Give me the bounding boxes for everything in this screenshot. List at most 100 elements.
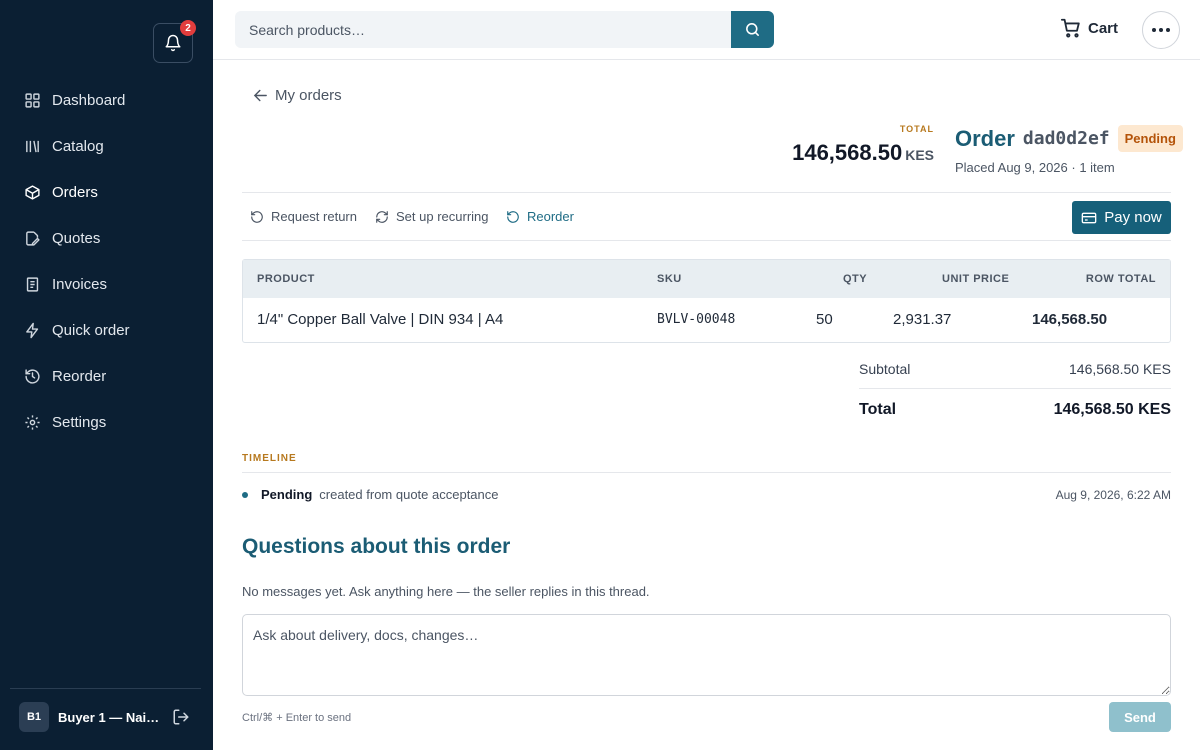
sidebar-item-label: Settings [52, 413, 107, 431]
timeline-status: Pending [261, 487, 313, 502]
history-icon [23, 367, 41, 385]
table-row: 1/4" Copper Ball Valve | DIN 934 | A4 BV… [243, 298, 1170, 342]
sidebar-item-label: Dashboard [52, 91, 126, 109]
order-header: Order dad0d2ef Pending Placed Aug 9, 202… [955, 125, 1183, 175]
bell-icon [165, 34, 181, 52]
sidebar-item-reorder[interactable]: Reorder [0, 353, 213, 399]
cell-unit-price: 2,931.37 [893, 311, 952, 328]
sidebar-item-label: Catalog [52, 137, 104, 155]
sidebar-item-quotes[interactable]: Quotes [0, 215, 213, 261]
total-row: Total 146,568.50 KES [859, 388, 1171, 430]
subtotal-value: 146,568.50 KES [1069, 361, 1171, 377]
sidebar-item-label: Reorder [52, 367, 107, 385]
bolt-icon [23, 321, 41, 339]
more-options-button[interactable] [1142, 11, 1180, 49]
request-return-label: Request return [271, 209, 357, 224]
questions-subtitle: No messages yet. Ask anything here — the… [242, 584, 650, 599]
sidebar-item-label: Quick order [52, 321, 130, 339]
column-header-row-total: ROW TOTAL [1085, 273, 1156, 285]
subtotal-row: Subtotal 146,568.50 KES [859, 350, 1171, 388]
column-header-unit-price: UNIT PRICE [942, 273, 1010, 285]
sidebar-item-catalog[interactable]: Catalog [0, 123, 213, 169]
logout-button[interactable] [172, 708, 190, 726]
sidebar-nav: Dashboard Catalog Orders Quotes Invoices… [0, 77, 213, 445]
timeline-heading: TIMELINE [242, 453, 297, 464]
sidebar-item-settings[interactable]: Settings [0, 399, 213, 445]
notification-count-badge: 2 [180, 20, 196, 36]
back-label: My orders [275, 87, 342, 104]
set-up-recurring-label: Set up recurring [396, 209, 489, 224]
reorder-button[interactable]: Reorder [506, 209, 574, 224]
set-up-recurring-button[interactable]: Set up recurring [375, 209, 489, 224]
sidebar-item-dashboard[interactable]: Dashboard [0, 77, 213, 123]
status-badge: Pending [1117, 125, 1183, 152]
quote-icon [23, 229, 41, 247]
summary-total-label: Total [859, 400, 897, 418]
refresh-icon [376, 210, 388, 223]
order-meta: Placed Aug 9, 2026 · 1 item [955, 160, 1115, 175]
order-id: dad0d2ef [1022, 128, 1110, 149]
search-icon [746, 23, 759, 36]
top-bar: Cart [213, 0, 1200, 60]
questions-title: Questions about this order [242, 535, 511, 558]
credit-card-icon [1081, 212, 1097, 223]
logout-icon [173, 709, 189, 725]
order-summary: Subtotal 146,568.50 KES Total 146,568.50… [859, 350, 1171, 430]
sidebar-item-orders[interactable]: Orders [0, 169, 213, 215]
timeline-dot [242, 491, 248, 498]
summary-total-value: 146,568.50 KES [1053, 400, 1171, 418]
cart-button[interactable]: Cart [1060, 17, 1118, 39]
column-header-qty: QTY [843, 273, 868, 285]
message-input[interactable] [242, 614, 1171, 696]
catalog-icon [23, 137, 41, 155]
total-currency: KES [905, 147, 934, 163]
pay-now-label: Pay now [1104, 209, 1162, 226]
cell-row-total: 146,568.50 [1032, 311, 1108, 328]
search-button[interactable] [731, 11, 774, 48]
timeline-time: Aug 9, 2026, 6:22 AM [1055, 487, 1171, 502]
more-icon [1152, 28, 1170, 32]
undo-icon [507, 210, 519, 223]
order-title-prefix: Order [955, 125, 1015, 151]
pay-now-button[interactable]: Pay now [1072, 201, 1171, 234]
sidebar-item-label: Orders [52, 183, 98, 201]
column-header-product: PRODUCT [257, 273, 315, 285]
request-return-button[interactable]: Request return [250, 209, 357, 224]
box-icon [23, 183, 41, 201]
total-amount: 146,568.50 KES [792, 140, 934, 166]
notifications-button[interactable]: 2 [153, 20, 196, 63]
send-button[interactable]: Send [1109, 702, 1171, 732]
sidebar-item-quick-order[interactable]: Quick order [0, 307, 213, 353]
total-amount-value: 146,568.50 [792, 140, 903, 165]
column-header-sku: SKU [657, 273, 682, 285]
grid-icon [23, 91, 41, 109]
order-items-table: PRODUCT SKU QTY UNIT PRICE ROW TOTAL 1/4… [242, 259, 1171, 343]
sidebar: 2 Dashboard Catalog Orders Quotes Invoic… [0, 0, 213, 750]
avatar: B1 [19, 702, 49, 732]
timeline-event: Pending created from quote acceptance Au… [242, 487, 1171, 502]
user-panel: B1 Buyer 1 — Nairobi [10, 688, 201, 732]
back-link[interactable]: My orders [252, 87, 342, 104]
timeline-description: created from quote acceptance [319, 487, 499, 502]
gear-icon [23, 413, 41, 431]
sidebar-item-invoices[interactable]: Invoices [0, 261, 213, 307]
divider [242, 472, 1171, 473]
search-input[interactable] [235, 11, 732, 48]
cell-product: 1/4" Copper Ball Valve | DIN 934 | A4 [257, 311, 504, 328]
order-total-block: TOTAL 146,568.50 KES [792, 124, 934, 166]
cell-sku: BVLV-00048 [657, 312, 736, 327]
cart-label: Cart [1088, 19, 1119, 37]
user-name: Buyer 1 — Nairobi [58, 709, 160, 725]
cell-qty: 50 [816, 311, 833, 328]
undo-icon [251, 210, 263, 223]
send-hint: Ctrl/⌘ + Enter to send [242, 712, 352, 724]
cart-icon [1060, 18, 1080, 38]
page-title: Order dad0d2ef Pending [955, 125, 1183, 152]
order-actions: Request return Set up recurring Reorder … [242, 192, 1171, 241]
table-header: PRODUCT SKU QTY UNIT PRICE ROW TOTAL [243, 260, 1170, 298]
total-label: TOTAL [899, 124, 934, 134]
sidebar-item-label: Quotes [52, 229, 101, 247]
arrow-left-icon [253, 89, 267, 102]
reorder-label: Reorder [527, 209, 574, 224]
invoice-icon [23, 275, 41, 293]
